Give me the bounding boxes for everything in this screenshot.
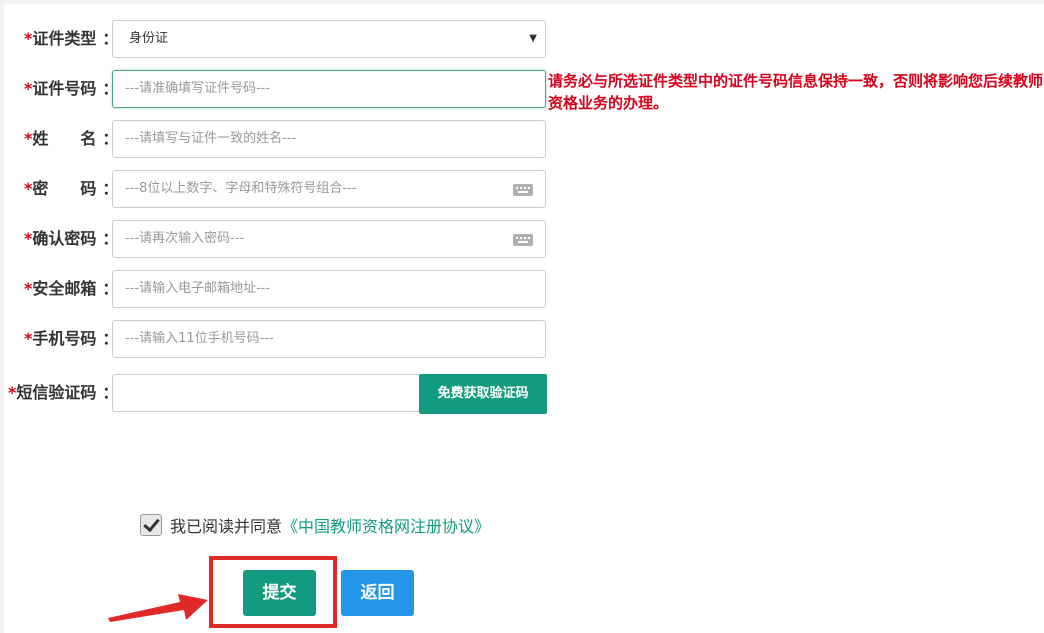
id-type-value: 身份证 — [129, 31, 169, 46]
email-label: *安全邮箱： — [24, 279, 119, 298]
back-button[interactable]: 返回 — [341, 570, 414, 616]
phone-label: *手机号码： — [24, 329, 119, 348]
id-type-label: *证件类型： — [24, 29, 119, 48]
confirm-password-label: *确认密码： — [24, 229, 119, 248]
keyboard-icon[interactable] — [513, 184, 533, 196]
chevron-down-icon: ▼ — [529, 33, 537, 44]
sms-code-label: *短信验证码： — [8, 383, 119, 402]
row-confirm-password: *确认密码： ---请再次输入密码--- — [0, 220, 1044, 258]
phone-input[interactable]: ---请输入11位手机号码--- — [112, 320, 546, 358]
password-placeholder: ---8位以上数字、字母和特殊符号组合--- — [125, 181, 357, 196]
id-number-label: *证件号码： — [24, 79, 119, 98]
agreement-link[interactable]: 《中国教师资格网注册协议》 — [282, 517, 490, 536]
email-input[interactable]: ---请输入电子邮箱地址--- — [112, 270, 546, 308]
row-name: *姓名： ---请填写与证件一致的姓名--- — [0, 120, 1044, 158]
id-number-warning: 请务必与所选证件类型中的证件号码信息保持一致，否则将影响您后续教师资格业务的办理… — [548, 72, 1044, 112]
row-sms-code: *短信验证码： 免费获取验证码 — [0, 374, 1044, 414]
registration-page: *证件类型： 身份证 ▼ *证件号码： ---请准确填写证件号码--- 请务必与… — [0, 0, 1044, 633]
row-phone: *手机号码： ---请输入11位手机号码--- — [0, 320, 1044, 358]
confirm-password-placeholder: ---请再次输入密码--- — [125, 231, 245, 246]
password-label: *密码： — [24, 179, 119, 198]
password-input[interactable]: ---8位以上数字、字母和特殊符号组合--- — [112, 170, 546, 208]
row-email: *安全邮箱： ---请输入电子邮箱地址--- — [0, 270, 1044, 308]
agreement-row: 我已阅读并同意《中国教师资格网注册协议》 — [140, 514, 490, 538]
submit-button[interactable]: 提交 — [243, 570, 316, 616]
row-password: *密码： ---8位以上数字、字母和特殊符号组合--- — [0, 170, 1044, 208]
name-input[interactable]: ---请填写与证件一致的姓名--- — [112, 120, 546, 158]
name-label: *姓名： — [24, 129, 119, 148]
id-number-input[interactable]: ---请准确填写证件号码--- — [112, 70, 546, 108]
keyboard-icon[interactable] — [513, 234, 533, 246]
id-type-select[interactable]: 身份证 ▼ — [112, 20, 546, 58]
get-sms-code-button[interactable]: 免费获取验证码 — [419, 374, 547, 414]
agreement-checkbox[interactable] — [140, 514, 162, 536]
row-id-type: *证件类型： 身份证 ▼ — [0, 20, 1044, 58]
sms-code-input[interactable] — [112, 374, 420, 412]
red-arrow-icon — [108, 594, 208, 622]
confirm-password-input[interactable]: ---请再次输入密码--- — [112, 220, 546, 258]
agreement-text: 我已阅读并同意 — [170, 517, 283, 536]
